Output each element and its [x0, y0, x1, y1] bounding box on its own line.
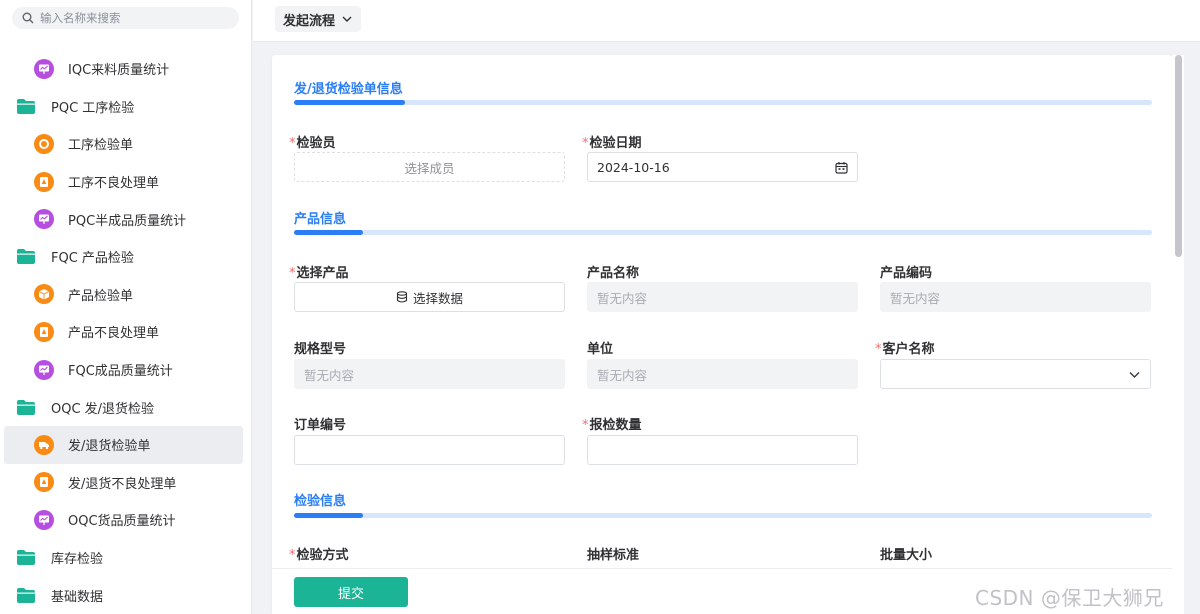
sidebar-folder-fqc[interactable]: FQC 产品检验 [0, 238, 251, 276]
inspector-member-select[interactable]: 选择成员 [294, 152, 565, 182]
truck-icon [34, 434, 54, 455]
sidebar-item-product-defect[interactable]: 产品不良处理单 [0, 313, 251, 351]
batch-size-label: 批量大小 [880, 548, 933, 563]
spec-model-field: 暂无内容 [294, 359, 565, 389]
section-divider [294, 513, 1152, 518]
product-name-field: 暂无内容 [587, 282, 858, 312]
sidebar-item-oqc-stats[interactable]: OQC货品质量统计 [0, 501, 251, 539]
sidebar-folder-oqc[interactable]: OQC 发/退货检验 [0, 388, 251, 426]
order-no-label: 订单编号 [294, 418, 347, 433]
product-name-label: 产品名称 [587, 266, 640, 281]
submit-button[interactable]: 提交 [294, 577, 408, 607]
sidebar-item-label: 产品检验单 [68, 288, 134, 304]
unit-field: 暂无内容 [587, 359, 858, 389]
sidebar-item-process-defect[interactable]: 工序不良处理单 [0, 163, 251, 201]
chart-board-icon [34, 209, 54, 230]
select-data-button[interactable]: 选择数据 [294, 282, 565, 312]
sidebar-folder-pqc[interactable]: PQC 工序检验 [0, 88, 251, 126]
customer-name-label: *客户名称 [875, 342, 935, 357]
order-no-input[interactable] [294, 435, 565, 465]
product-code-label: 产品编码 [880, 266, 933, 281]
sidebar-item-label: FQC成品质量统计 [68, 364, 173, 380]
sidebar-item-label: OQC 发/退货检验 [51, 401, 155, 417]
folder-icon [17, 587, 35, 603]
launch-process-dropdown[interactable]: 发起流程 [275, 6, 362, 32]
sidebar-item-label: 工序不良处理单 [68, 176, 160, 192]
box-icon [34, 284, 54, 305]
inspect-date-picker[interactable]: 2024-10-16 [587, 152, 858, 182]
inspect-qty-label: *报检数量 [582, 418, 642, 433]
scrollbar-thumb[interactable] [1175, 55, 1182, 257]
select-product-label: *选择产品 [289, 266, 349, 281]
sidebar-item-iqc-stats[interactable]: IQC来料质量统计 [0, 50, 251, 88]
folder-icon [17, 550, 35, 566]
product-code-field: 暂无内容 [880, 282, 1151, 312]
document-warning-icon [34, 171, 54, 192]
sidebar-item-process-inspect[interactable]: 工序检验单 [0, 125, 251, 163]
search-input[interactable]: 输入名称来搜索 [12, 7, 239, 29]
sidebar-folder-inventory[interactable]: 库存检验 [0, 539, 251, 577]
inspector-label: *检验员 [289, 136, 336, 151]
inspect-method-label: *检验方式 [289, 548, 349, 563]
search-icon [22, 12, 34, 24]
customer-name-select[interactable] [880, 359, 1151, 389]
sidebar-item-fqc-stats[interactable]: FQC成品质量统计 [0, 351, 251, 389]
chart-board-icon [34, 359, 54, 380]
sidebar-item-label: PQC半成品质量统计 [68, 213, 187, 229]
sidebar-item-label: IQC来料质量统计 [68, 63, 170, 79]
sidebar-item-label: 发/退货检验单 [68, 439, 151, 455]
sidebar-item-label: OQC货品质量统计 [68, 514, 176, 530]
sidebar-item-ship-return-inspect[interactable]: 发/退货检验单 [4, 425, 243, 464]
section-title-inspect-info: 检验信息 [294, 494, 347, 509]
sidebar-item-label: 库存检验 [51, 552, 104, 568]
sidebar-folder-basic-data[interactable]: 基础数据 [0, 576, 251, 614]
sidebar: 输入名称来搜索 IQC来料质量统计 PQC 工序检验 工序检验单 工序不良处理单… [0, 0, 252, 614]
section-divider [294, 100, 1152, 105]
sidebar-item-label: 产品不良处理单 [68, 326, 160, 342]
top-bar: 发起流程 [253, 0, 1200, 42]
sidebar-menu: IQC来料质量统计 PQC 工序检验 工序检验单 工序不良处理单 PQC半成品质… [0, 50, 251, 614]
chart-board-icon [34, 58, 54, 79]
sampling-std-label: 抽样标准 [587, 548, 640, 563]
sidebar-item-label: 发/退货不良处理单 [68, 476, 177, 492]
inspect-date-label: *检验日期 [582, 136, 642, 151]
database-icon [396, 291, 408, 303]
inspect-qty-input[interactable] [587, 435, 858, 465]
launch-process-label: 发起流程 [283, 13, 336, 29]
chevron-down-icon [1129, 372, 1140, 378]
sidebar-item-ship-return-defect[interactable]: 发/退货不良处理单 [0, 464, 251, 502]
document-warning-icon [34, 472, 54, 493]
chevron-down-icon [342, 16, 352, 22]
section-title-product-info: 产品信息 [294, 212, 347, 227]
sidebar-item-label: FQC 产品检验 [51, 251, 134, 267]
unit-label: 单位 [587, 342, 614, 357]
calendar-icon [835, 162, 848, 174]
section-title-ship-info: 发/退货检验单信息 [294, 82, 403, 97]
search-placeholder: 输入名称来搜索 [40, 11, 121, 25]
target-icon [34, 133, 54, 154]
folder-icon [17, 249, 35, 265]
sidebar-item-label: PQC 工序检验 [51, 100, 135, 116]
sidebar-item-pqc-stats[interactable]: PQC半成品质量统计 [0, 200, 251, 238]
sidebar-item-label: 工序检验单 [68, 138, 134, 154]
folder-icon [17, 399, 35, 415]
folder-icon [17, 98, 35, 114]
form-card: 发/退货检验单信息 *检验员 选择成员 *检验日期 2024-10-16 产品信… [272, 55, 1172, 614]
spec-model-label: 规格型号 [294, 342, 347, 357]
section-divider [294, 230, 1152, 235]
watermark: CSDN @保卫大狮兄 [975, 586, 1164, 610]
chart-board-icon [34, 509, 54, 530]
document-warning-icon [34, 321, 54, 342]
sidebar-item-product-inspect[interactable]: 产品检验单 [0, 276, 251, 314]
sidebar-item-label: 基础数据 [51, 589, 104, 605]
